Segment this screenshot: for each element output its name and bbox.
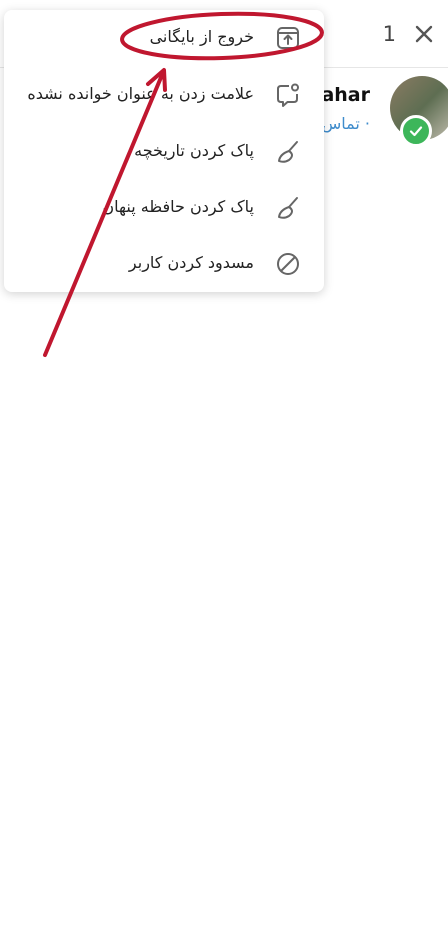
menu-item-clear-history[interactable]: پاک کردن تاریخچه xyxy=(4,124,324,180)
check-icon xyxy=(409,126,423,137)
selected-check-badge xyxy=(400,115,432,147)
menu-item-label: مسدود کردن کاربر xyxy=(128,253,254,272)
close-icon xyxy=(415,25,433,43)
menu-item-label: علامت زدن به عنوان خوانده نشده xyxy=(27,84,254,103)
menu-item-block-user[interactable]: مسدود کردن کاربر xyxy=(4,236,324,292)
menu-item-clear-cache[interactable]: پاک کردن حافظه پنهان xyxy=(4,180,324,236)
chat-subtitle: تماس · xyxy=(321,114,370,133)
menu-item-unarchive[interactable]: خروج از بایگانی xyxy=(4,10,324,66)
block-icon xyxy=(274,250,302,278)
chat-name: ahar xyxy=(321,84,370,106)
broom-icon xyxy=(274,138,302,166)
broom-icon xyxy=(274,194,302,222)
menu-item-label: خروج از بایگانی xyxy=(149,27,254,46)
context-menu: خروج از بایگانی علامت زدن به عنوان خواند… xyxy=(4,10,324,292)
menu-item-mark-unread[interactable]: علامت زدن به عنوان خوانده نشده xyxy=(4,67,324,123)
menu-item-label: پاک کردن حافظه پنهان xyxy=(102,197,254,216)
screen: 1 ahar تماس · خروج از بایگانی علامت زدن … xyxy=(0,0,448,931)
selected-count: 1 xyxy=(382,22,396,46)
mark-unread-icon xyxy=(274,81,302,109)
menu-item-label: پاک کردن تاریخچه xyxy=(134,141,254,160)
close-button[interactable] xyxy=(410,20,438,48)
unarchive-icon xyxy=(274,24,302,52)
